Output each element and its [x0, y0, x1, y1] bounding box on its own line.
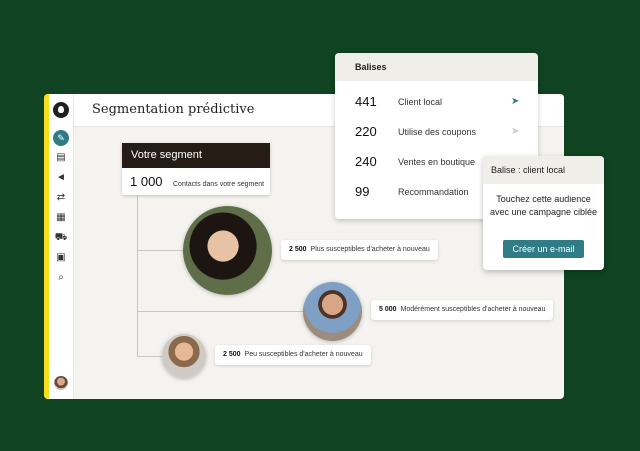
- create-email-button[interactable]: Créer un e-mail: [503, 240, 584, 258]
- customer-photo-man-glasses: [303, 282, 362, 341]
- tag-name: Ventes en boutique: [398, 157, 476, 167]
- tag-count: 99: [355, 184, 370, 199]
- automations-icon[interactable]: ⇄: [54, 191, 68, 205]
- tag-count: 240: [355, 154, 377, 169]
- tags-title: Balises: [335, 53, 538, 81]
- branch-count: 5 000: [379, 306, 397, 313]
- tree-trunk-line: [137, 195, 138, 357]
- branch-count: 2 500: [289, 246, 307, 253]
- avatar[interactable]: [54, 376, 68, 390]
- grid-icon[interactable]: ▣: [54, 251, 68, 265]
- edit-icon[interactable]: ✎: [53, 130, 69, 146]
- branch-text: Peu susceptibles d'acheter à nouveau: [244, 351, 363, 358]
- send-icon[interactable]: ➤: [511, 126, 519, 137]
- tag-name: Recommandation: [398, 187, 469, 197]
- tag-count: 220: [355, 124, 377, 139]
- campaigns-icon[interactable]: ◄: [54, 171, 68, 185]
- contacts-icon[interactable]: ▤: [54, 151, 68, 165]
- sidebar: ✎ ▤ ◄ ⇄ ▦ ⛟ ▣ ⌕: [49, 94, 74, 399]
- branch-label-high: 2 500 Plus susceptibles d'acheter à nouve…: [281, 240, 438, 260]
- tag-name: Utilise des coupons: [398, 127, 477, 137]
- customer-photo-woman: [183, 206, 272, 295]
- tree-branch-line: [137, 356, 162, 357]
- segment-count-label: Contacts dans votre segment: [173, 181, 265, 188]
- branch-label-low: 2 500 Peu susceptibles d'acheter à nouvea…: [215, 345, 371, 365]
- segment-title: Votre segment: [122, 143, 270, 168]
- segment-card[interactable]: Votre segment 1 000 Contacts dans votre …: [122, 143, 270, 195]
- website-icon[interactable]: ▦: [54, 211, 68, 225]
- tag-count: 441: [355, 94, 377, 109]
- page-title: Segmentation prédictive: [92, 102, 255, 117]
- search-icon[interactable]: ⌕: [54, 271, 68, 285]
- tree-branch-line: [137, 311, 303, 312]
- tag-row[interactable]: 441 Client local ➤: [335, 87, 538, 117]
- tag-name: Client local: [398, 97, 443, 107]
- customer-photo-man: [162, 334, 206, 378]
- branch-count: 2 500: [223, 351, 241, 358]
- branch-label-medium: 5 000 Modérément susceptibles d'acheter à…: [371, 300, 554, 320]
- tag-row[interactable]: 220 Utilise des coupons ➤: [335, 117, 538, 147]
- segment-count: 1 000: [130, 174, 163, 189]
- tag-popup: Balise : client local Touchez cette audi…: [483, 156, 604, 270]
- send-icon[interactable]: ➤: [511, 96, 519, 107]
- branch-text: Plus susceptibles d'acheter à nouveau: [310, 246, 430, 253]
- tree-branch-line: [137, 250, 183, 251]
- branch-text: Modérément susceptibles d'acheter à nouv…: [400, 306, 546, 313]
- integrations-icon[interactable]: ⛟: [54, 231, 68, 245]
- mailchimp-logo-icon[interactable]: [53, 102, 69, 118]
- popup-title: Balise : client local: [483, 156, 604, 184]
- popup-text: Touchez cette audience avec une campagne…: [489, 194, 598, 217]
